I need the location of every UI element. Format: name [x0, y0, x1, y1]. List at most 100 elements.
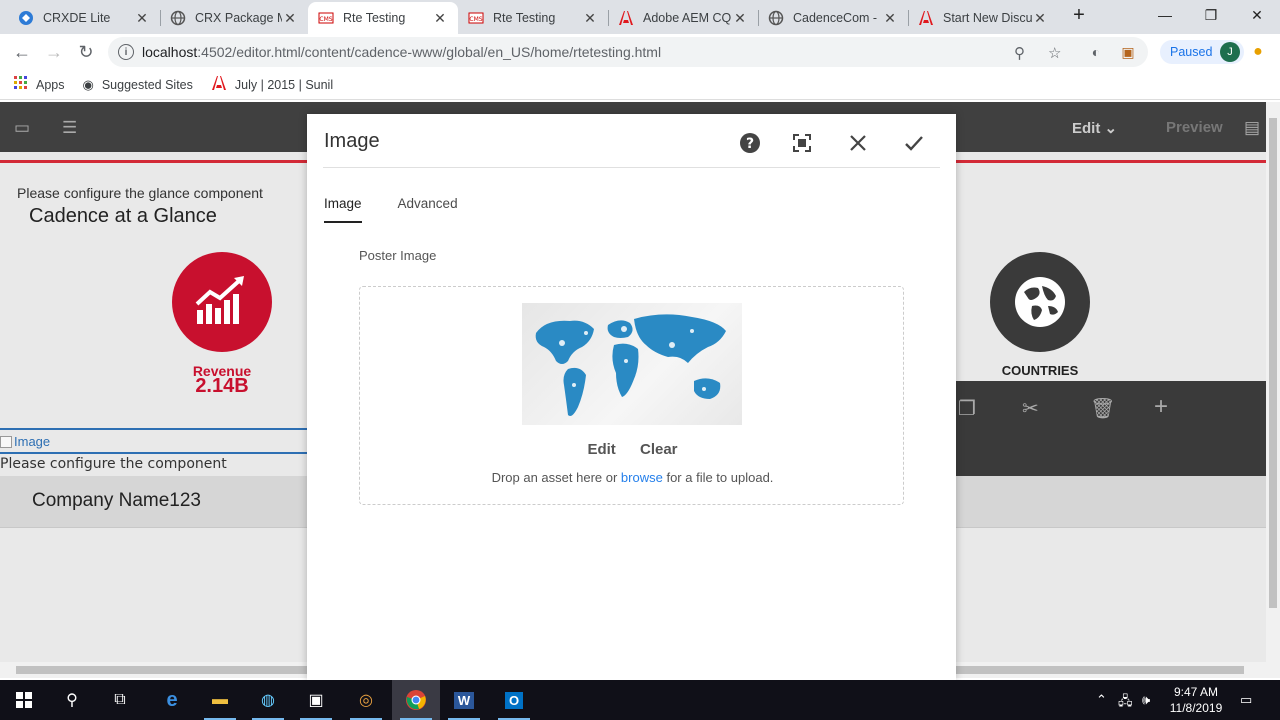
- bookmark-label: July | 2015 | Sunil: [234, 77, 334, 92]
- tab-title: CadenceCom -: [793, 11, 878, 25]
- adobe-icon: [618, 10, 634, 26]
- file-explorer-icon[interactable]: ▬: [196, 680, 244, 720]
- help-icon[interactable]: ?: [738, 131, 762, 155]
- page-properties-icon[interactable]: ☰: [62, 118, 77, 138]
- bookmarks-bar: Apps ◉ Suggested Sites July | 2015 | Sun…: [0, 70, 1280, 100]
- profile-status-label: Paused: [1170, 45, 1213, 59]
- close-tab-icon[interactable]: ✕: [134, 10, 150, 27]
- apps-grid-icon: [14, 76, 28, 93]
- tab-title: CRX Package Ma: [195, 11, 282, 25]
- system-clock[interactable]: 9:47 AM 11/8/2019: [1162, 684, 1230, 716]
- adobe-icon: [918, 10, 934, 26]
- tab-crx-package[interactable]: CRX Package Ma ✕: [160, 2, 308, 34]
- new-tab-button[interactable]: +: [1064, 0, 1094, 30]
- done-check-icon[interactable]: [902, 131, 926, 155]
- bookmark-star-icon[interactable]: ☆: [1048, 44, 1061, 62]
- tab-image[interactable]: Image: [324, 196, 362, 223]
- forward-arrow-icon[interactable]: →: [40, 38, 68, 66]
- close-icon[interactable]: [846, 131, 870, 155]
- browse-link[interactable]: browse: [621, 470, 663, 485]
- tab-rte-testing-active[interactable]: CMS Rte Testing ✕: [308, 2, 458, 34]
- info-icon[interactable]: i: [118, 44, 134, 60]
- windows-start-icon[interactable]: [0, 680, 48, 720]
- crxde-icon: [18, 10, 34, 26]
- address-bar[interactable]: i localhost:4502/editor.html/content/cad…: [108, 37, 1148, 67]
- svg-text:?: ?: [746, 136, 754, 152]
- broken-image[interactable]: Image: [0, 434, 50, 449]
- delete-icon[interactable]: 🗑: [1090, 396, 1115, 421]
- mode-selector[interactable]: Edit ⌄: [1072, 119, 1117, 137]
- globe-icon: [990, 252, 1090, 352]
- tab-rte-testing[interactable]: CMS Rte Testing ✕: [458, 2, 608, 34]
- minimize-button[interactable]: —: [1142, 0, 1188, 30]
- extension-icon[interactable]: ◐: [1082, 38, 1110, 66]
- volume-icon[interactable]: 🕪: [1142, 692, 1150, 708]
- network-icon[interactable]: 🖧: [1118, 692, 1133, 714]
- tray-chevron-icon[interactable]: ⌃: [1096, 692, 1107, 708]
- browser-tab-strip: CRXDE Lite ✕ CRX Package Ma ✕ CMS Rte Te…: [0, 0, 1280, 34]
- bookmark-july-2015[interactable]: July | 2015 | Sunil: [211, 75, 333, 94]
- tab-cadencecom[interactable]: CadenceCom - ✕: [758, 2, 908, 34]
- tab-adobe-aem[interactable]: Adobe AEM CQ ✕: [608, 2, 758, 34]
- clock-time: 9:47 AM: [1173, 685, 1219, 699]
- dialog-header-divider: [323, 167, 940, 168]
- app-icon[interactable]: ◎: [342, 680, 390, 720]
- back-arrow-icon[interactable]: ←: [8, 38, 36, 66]
- preview-button[interactable]: Preview: [1166, 119, 1223, 136]
- add-icon[interactable]: +: [1154, 393, 1168, 421]
- close-tab-icon[interactable]: ✕: [432, 10, 448, 27]
- terminal-icon[interactable]: ▣: [292, 680, 340, 720]
- component-config-hint: Please configure the component: [0, 456, 227, 472]
- dropzone-hint: Drop an asset here or browse for a file …: [360, 470, 905, 485]
- edge-icon[interactable]: e: [148, 680, 196, 720]
- tab-title: Adobe AEM CQ: [643, 11, 732, 25]
- component-edit-bar: ❐ ✂ 🗑 +: [956, 381, 1266, 478]
- url-host: localhost: [142, 44, 198, 60]
- browser-toolbar: ← → ↻ i localhost:4502/editor.html/conte…: [0, 34, 1280, 70]
- extension-icon[interactable]: ▣: [1114, 38, 1142, 66]
- copy-icon[interactable]: ❐: [958, 396, 976, 421]
- close-tab-icon[interactable]: ✕: [582, 10, 598, 27]
- dialog-tabs: Image Advanced: [324, 196, 494, 223]
- bookmark-apps[interactable]: Apps: [14, 76, 65, 93]
- dialog-title: Image: [324, 130, 380, 152]
- edit-image-button[interactable]: Edit: [587, 441, 615, 458]
- tab-start-new-discussion[interactable]: Start New Discu ✕: [908, 2, 1058, 34]
- app-icon[interactable]: ◍: [244, 680, 292, 720]
- glance-title: Cadence at a Glance: [29, 205, 217, 227]
- cut-icon[interactable]: ✂: [1022, 396, 1039, 421]
- image-dialog: Image ? Image Advanced Poster Image Edit…: [307, 114, 956, 680]
- close-tab-icon[interactable]: ✕: [882, 10, 898, 27]
- zoom-icon[interactable]: ⚲: [1014, 44, 1025, 62]
- tab-title: Rte Testing: [493, 11, 556, 25]
- clear-image-button[interactable]: Clear: [640, 441, 678, 458]
- outlook-icon[interactable]: O: [490, 680, 538, 720]
- side-panel-icon[interactable]: ▭: [14, 118, 30, 138]
- tab-title: Rte Testing: [343, 11, 406, 25]
- bookmark-suggested-sites[interactable]: ◉ Suggested Sites: [83, 77, 193, 93]
- hint-text: for a file to upload.: [662, 470, 774, 485]
- restore-button[interactable]: ❐: [1188, 0, 1234, 30]
- word-icon[interactable]: W: [440, 680, 488, 720]
- close-tab-icon[interactable]: ✕: [282, 10, 298, 27]
- search-icon[interactable]: ⚲: [48, 680, 96, 720]
- company-name: Company Name123: [32, 490, 201, 511]
- tab-crxde[interactable]: CRXDE Lite ✕: [8, 2, 160, 34]
- close-tab-icon[interactable]: ✕: [732, 10, 748, 27]
- chrome-icon[interactable]: [392, 680, 440, 720]
- bookmark-label: Suggested Sites: [101, 77, 193, 92]
- cms-icon: CMS: [318, 10, 334, 26]
- close-window-button[interactable]: ✕: [1234, 0, 1280, 30]
- task-view-icon[interactable]: ⧉: [96, 680, 144, 720]
- update-alert-icon[interactable]: ●: [1244, 38, 1272, 66]
- close-tab-icon[interactable]: ✕: [1032, 10, 1048, 27]
- profile-status-button[interactable]: Paused J: [1160, 40, 1244, 64]
- notifications-icon[interactable]: ▭: [1240, 692, 1252, 708]
- reload-icon[interactable]: ↻: [72, 38, 100, 66]
- vertical-scrollbar[interactable]: [1266, 102, 1280, 678]
- tab-advanced[interactable]: Advanced: [398, 196, 458, 223]
- fullscreen-icon[interactable]: [790, 131, 814, 155]
- asset-dropzone[interactable]: Edit Clear Drop an asset here or browse …: [359, 286, 904, 505]
- annotations-icon[interactable]: ▤: [1244, 118, 1260, 138]
- globe-icon: ◉: [82, 76, 94, 92]
